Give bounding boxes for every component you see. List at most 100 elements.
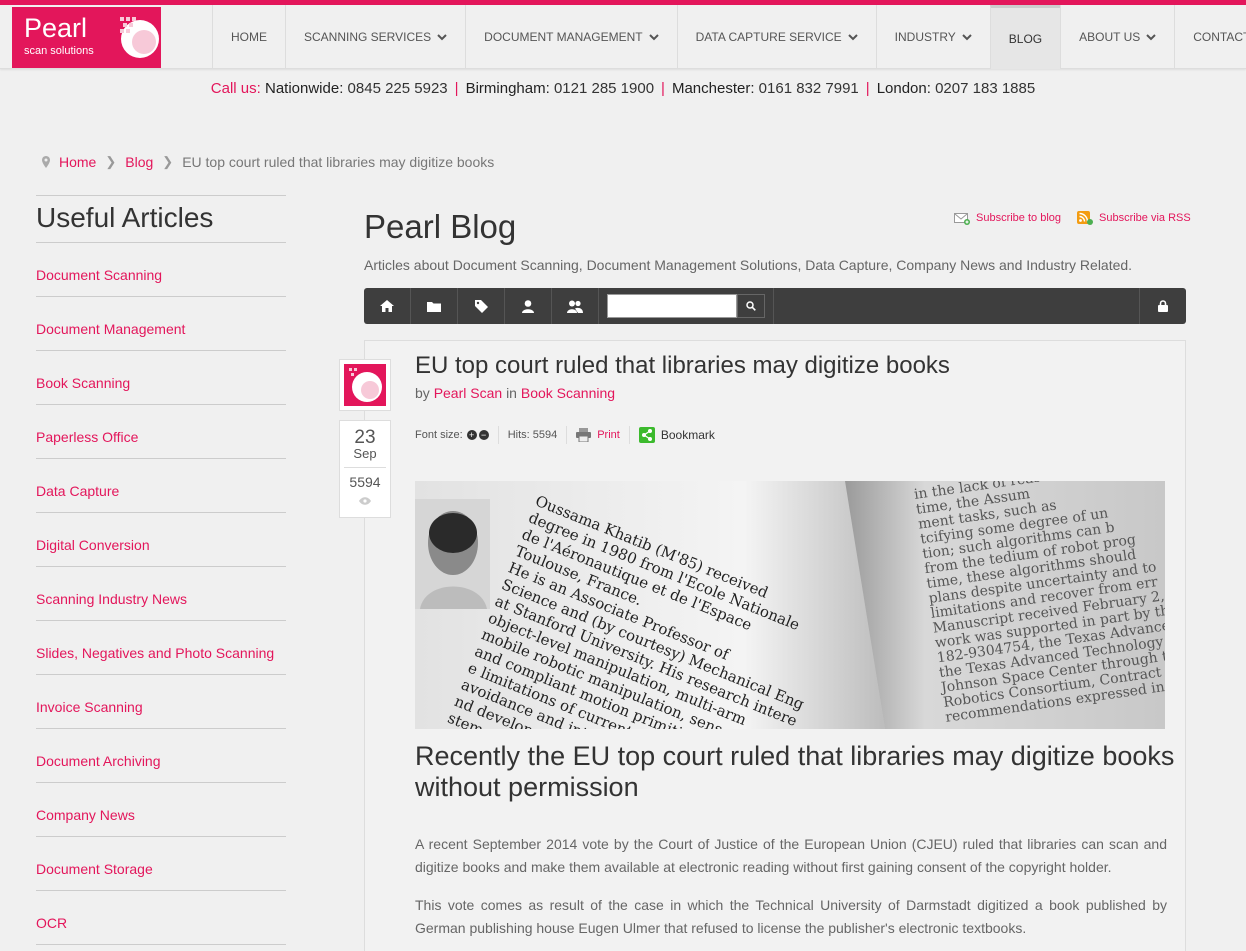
breadcrumb-blog[interactable]: Blog — [125, 154, 153, 170]
toolbar-divider — [773, 288, 774, 324]
main-nav: HOME SCANNING SERVICES DOCUMENT MANAGEME… — [212, 5, 1246, 69]
search-icon — [746, 301, 756, 311]
map-pin-icon — [42, 156, 50, 168]
meta-divider — [628, 426, 630, 444]
user-icon — [522, 299, 534, 313]
city-label: Birmingham: — [465, 80, 550, 97]
phone-number[interactable]: 0845 225 5923 — [348, 80, 448, 97]
toolbar-login-button[interactable] — [1139, 288, 1186, 324]
nav-document-management[interactable]: DOCUMENT MANAGEMENT — [465, 5, 676, 69]
sidebar-item-invoice-scanning[interactable]: Invoice Scanning — [36, 675, 286, 729]
site-header: Pearl scan solutions HOME SCANNING SERVI… — [0, 5, 1246, 69]
chevron-down-icon — [648, 34, 659, 41]
call-us-bar: Call us: Nationwide: 0845 225 5923 | Birmi… — [210, 80, 1036, 97]
sidebar-item-scanning-industry-news[interactable]: Scanning Industry News — [36, 567, 286, 621]
tag-icon — [474, 299, 488, 313]
author-link[interactable]: Pearl Scan — [434, 385, 502, 401]
breadcrumb-home[interactable]: Home — [59, 154, 96, 170]
post-date-box: 23 Sep 5594 — [339, 420, 391, 518]
category-link[interactable]: Book Scanning — [521, 385, 615, 401]
pearl-logo-icon — [349, 368, 382, 402]
article-byline: by Pearl Scan in Book Scanning — [415, 385, 615, 401]
sidebar-item-slides-negatives-photo[interactable]: Slides, Negatives and Photo Scanning — [36, 621, 286, 675]
nav-data-capture-service[interactable]: DATA CAPTURE SERVICE — [676, 5, 876, 69]
chevron-right-icon: ❯ — [105, 154, 117, 169]
chevron-down-icon — [847, 34, 858, 41]
bookmark-button[interactable]: Bookmark — [661, 428, 715, 442]
article-paragraph: A recent September 2014 vote by the Cour… — [415, 836, 1167, 875]
toolbar-author-button[interactable] — [505, 288, 552, 324]
author-avatar-badge[interactable] — [339, 359, 391, 411]
nav-about-us[interactable]: ABOUT US — [1060, 5, 1174, 69]
meta-divider — [497, 426, 499, 444]
city-label: Nationwide: — [264, 80, 344, 97]
logo-tagline: scan solutions — [24, 45, 94, 57]
article-paragraph: This vote comes as result of the case in… — [415, 897, 1167, 936]
city-label: London: — [876, 80, 931, 97]
font-size-label: Font size: — [415, 429, 463, 441]
nav-blog[interactable]: BLOG — [989, 5, 1061, 69]
article-meta-bar: Font size: + − Hits: 5594 Print Bookmark — [415, 426, 715, 444]
blog-search-button[interactable] — [737, 294, 765, 318]
breadcrumb-current: EU top court ruled that libraries may di… — [182, 154, 495, 170]
font-decrease-icon[interactable]: − — [478, 430, 489, 440]
subscribe-blog-link[interactable]: Subscribe to blog — [954, 211, 1061, 225]
nav-contact-us[interactable]: CONTACT US — [1174, 5, 1246, 69]
nav-scanning-services[interactable]: SCANNING SERVICES — [285, 5, 465, 69]
nav-home[interactable]: HOME — [212, 5, 285, 69]
sidebar-item-data-capture[interactable]: Data Capture — [36, 459, 286, 513]
phone-number[interactable]: 0161 832 7991 — [759, 80, 859, 97]
by-label: by — [415, 385, 430, 401]
sidebar-item-document-storage[interactable]: Document Storage — [36, 837, 286, 891]
nav-scanning-services-label: SCANNING SERVICES — [304, 30, 432, 44]
post-date-month: Sep — [353, 446, 377, 461]
city-label: Manchester: — [671, 80, 755, 97]
subscribe-blog-label: Subscribe to blog — [976, 212, 1061, 224]
subscribe-rss-label: Subscribe via RSS — [1099, 212, 1191, 224]
font-increase-icon[interactable]: + — [466, 430, 477, 440]
sidebar-item-digital-conversion[interactable]: Digital Conversion — [36, 513, 286, 567]
sidebar-item-paperless-office[interactable]: Paperless Office — [36, 405, 286, 459]
toolbar-home-button[interactable] — [364, 288, 411, 324]
avatar — [344, 364, 386, 406]
article-title[interactable]: EU top court ruled that libraries may di… — [415, 352, 950, 380]
breadcrumb: Home ❯ Blog ❯ EU top court ruled that li… — [42, 154, 494, 170]
sidebar-item-document-scanning[interactable]: Document Scanning — [36, 243, 286, 297]
mail-icon — [954, 213, 970, 225]
article-hero-image: Oussama Khatib (M'85) receiveddegree in … — [415, 481, 1165, 729]
toolbar-tags-button[interactable] — [458, 288, 505, 324]
chevron-down-icon — [437, 34, 447, 41]
blog-title: Pearl Blog — [364, 208, 517, 245]
sidebar-item-document-management[interactable]: Document Management — [36, 297, 286, 351]
sidebar-item-ocr[interactable]: OCR — [36, 891, 286, 945]
blog-search-input[interactable] — [607, 294, 737, 318]
eye-icon — [359, 497, 371, 505]
nav-document-management-label: DOCUMENT MANAGEMENT — [484, 30, 643, 44]
sidebar-item-company-news[interactable]: Company News — [36, 783, 286, 837]
call-us-label: Call us: — [210, 80, 261, 97]
logo-wordmark: Pearl — [24, 13, 88, 43]
nav-data-capture-service-label: DATA CAPTURE SERVICE — [695, 30, 842, 44]
sidebar-item-book-scanning[interactable]: Book Scanning — [36, 351, 286, 405]
phone-number[interactable]: 0207 183 1885 — [935, 80, 1035, 97]
nav-home-label: HOME — [231, 30, 267, 44]
chevron-right-icon: ❯ — [162, 154, 174, 169]
toolbar-bloggers-button[interactable] — [552, 288, 599, 324]
hits-count: Hits: 5594 — [507, 429, 558, 441]
meta-divider — [566, 426, 568, 444]
folder-icon — [427, 301, 441, 312]
nav-about-us-label: ABOUT US — [1079, 30, 1141, 44]
post-view-count: 5594 — [349, 474, 381, 490]
blog-toolbar — [364, 288, 1186, 324]
toolbar-categories-button[interactable] — [411, 288, 458, 324]
phone-number[interactable]: 0121 285 1900 — [554, 80, 654, 97]
sidebar-item-document-archiving[interactable]: Document Archiving — [36, 729, 286, 783]
subscribe-rss-link[interactable]: Subscribe via RSS — [1077, 211, 1191, 225]
nav-industry[interactable]: INDUSTRY — [875, 5, 990, 69]
nav-industry-label: INDUSTRY — [894, 30, 956, 44]
logo-pearl-icon — [120, 17, 159, 58]
print-link[interactable]: Print — [597, 429, 620, 441]
logo[interactable]: Pearl scan solutions — [12, 7, 161, 68]
printer-icon — [576, 428, 592, 442]
lock-icon — [1158, 300, 1168, 312]
